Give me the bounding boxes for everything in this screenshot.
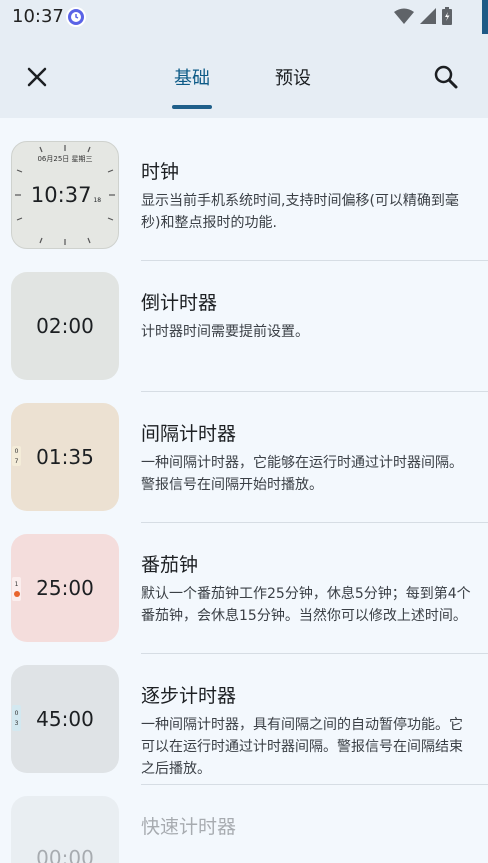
pomodoro-counter-badge: 1 (12, 577, 21, 601)
badge-top: 0 (14, 447, 19, 455)
tomato-icon (13, 591, 20, 597)
wifi-icon (394, 8, 414, 28)
list-item-quick-timer[interactable]: 00:00 快速计时器 (0, 773, 488, 863)
search-button[interactable] (430, 61, 462, 93)
interval-counter-badge: 0 7 (12, 446, 21, 466)
clock-date: 06月25日 星期三 (37, 155, 93, 163)
list-item-step-timer[interactable]: 45:00 0 3 逐步计时器 一种间隔计时器，具有间隔之间的自动暂停功能。它可… (0, 642, 488, 777)
countdown-time: 02:00 (36, 314, 94, 338)
clock-seconds: 18 (93, 196, 102, 204)
item-title: 番茄钟 (141, 554, 199, 576)
top-app-bar: 基础 预设 (0, 34, 488, 118)
timer-list: 06月25日 星期三 10:37 18 时钟 显示当前手机系统时间,支持时间偏移… (0, 118, 488, 863)
item-description: 显示当前手机系统时间,支持时间偏移(可以精确到毫秒)和整点报时的功能. (141, 193, 459, 231)
item-title: 倒计时器 (141, 292, 218, 314)
signal-icon (420, 8, 436, 28)
item-description: 默认一个番茄钟工作25分钟，休息5分钟；每到第4个番茄钟，会休息15分钟。当然你… (141, 586, 471, 624)
item-description: 一种间隔计时器，它能够在运行时通过计时器间隔。警报信号在间隔开始时播放。 (141, 455, 463, 493)
status-bar: 10:37 (0, 0, 488, 34)
search-icon (434, 65, 458, 89)
step-timer-time: 45:00 (36, 707, 94, 731)
list-item-countdown[interactable]: 02:00 倒计时器 计时器时间需要提前设置。 (0, 249, 488, 380)
interval-time: 01:35 (36, 445, 94, 469)
badge-top: 1 (14, 581, 19, 588)
battery-icon (442, 7, 452, 29)
interval-thumbnail: 01:35 (11, 403, 119, 511)
list-item-interval[interactable]: 01:35 0 7 间隔计时器 一种间隔计时器，它能够在运行时通过计时器间隔。警… (0, 380, 488, 511)
tab-basic[interactable]: 基础 (174, 64, 210, 90)
badge-bottom: 7 (14, 457, 19, 465)
item-description: 计时器时间需要提前设置。 (141, 324, 309, 340)
clock-time: 10:37 (30, 183, 92, 207)
item-description: 一种间隔计时器，具有间隔之间的自动暂停功能。它可以在运行时通过计时器间隔。警报信… (141, 717, 463, 777)
app-notification-icon (66, 7, 86, 27)
item-title: 间隔计时器 (141, 423, 237, 445)
pomodoro-thumbnail: 25:00 (11, 534, 119, 642)
badge-bottom: 3 (14, 719, 19, 727)
pomodoro-time: 25:00 (36, 576, 94, 600)
status-time: 10:37 (12, 6, 64, 27)
tab-preset[interactable]: 预设 (275, 64, 311, 90)
countdown-thumbnail: 02:00 (11, 272, 119, 380)
tab-indicator (172, 105, 212, 109)
close-button[interactable] (22, 62, 52, 92)
list-item-pomodoro[interactable]: 25:00 1 番茄钟 默认一个番茄钟工作25分钟，休息5分钟；每到第4个番茄钟… (0, 511, 488, 642)
step-timer-thumbnail: 45:00 (11, 665, 119, 773)
list-item-clock[interactable]: 06月25日 星期三 10:37 18 时钟 显示当前手机系统时间,支持时间偏移… (0, 118, 488, 249)
badge-top: 0 (14, 709, 19, 717)
close-icon (27, 67, 47, 87)
quick-timer-time: 00:00 (36, 846, 94, 863)
item-title: 时钟 (141, 161, 180, 183)
item-title: 逐步计时器 (141, 685, 237, 707)
clock-thumbnail: 06月25日 星期三 10:37 18 (11, 141, 119, 249)
item-title: 快速计时器 (141, 816, 237, 838)
step-counter-badge: 0 3 (12, 705, 21, 731)
quick-timer-thumbnail: 00:00 (11, 796, 119, 863)
